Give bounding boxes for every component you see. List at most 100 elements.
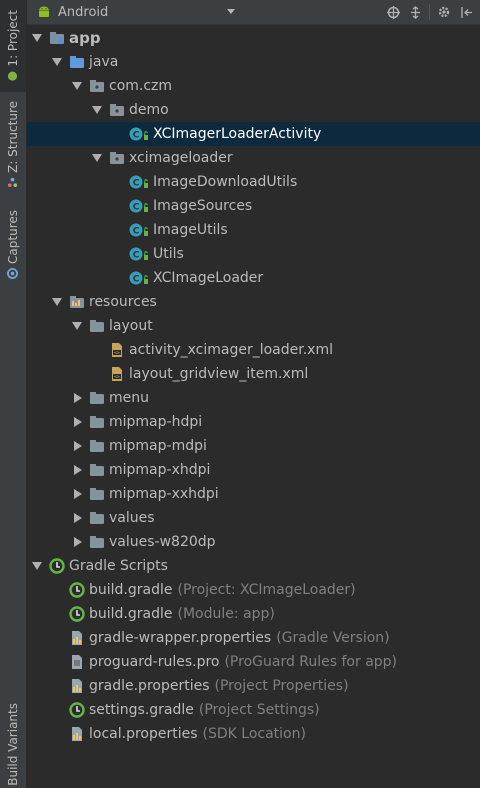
tree-row-label: values-w820dp (109, 534, 216, 550)
expand-arrow-right-icon[interactable] (71, 393, 83, 403)
expand-arrow-down-icon[interactable] (51, 58, 63, 66)
folder-icon (89, 414, 105, 430)
tree-row[interactable]: values (27, 506, 480, 530)
tree-row[interactable]: C Utils (27, 242, 480, 266)
gradle-icon (69, 702, 85, 718)
class-icon: C (129, 246, 149, 262)
hide-panel-icon[interactable] (458, 3, 474, 21)
tree-row[interactable]: local.properties (SDK Location) (27, 722, 480, 746)
gear-icon[interactable] (436, 3, 452, 21)
tree-row-label: values (109, 510, 155, 526)
tree-row-label: xcimageloader (129, 150, 233, 166)
tree-row-label: Utils (153, 246, 184, 262)
folder-icon (89, 318, 105, 334)
tree-row[interactable]: build.gradle (Project: XCImageLoader) (27, 578, 480, 602)
android-project-icon (8, 71, 18, 81)
expand-arrow-right-icon[interactable] (71, 537, 83, 547)
xml-file-icon: <> (109, 342, 125, 358)
collapse-all-icon[interactable] (407, 3, 423, 21)
tree-row-label: resources (89, 294, 157, 310)
svg-text:<>: <> (114, 351, 120, 356)
chevron-down-icon[interactable] (227, 9, 235, 14)
tree-row-label: activity_xcimager_loader.xml (129, 342, 333, 358)
view-mode-select[interactable]: Android (58, 5, 108, 20)
tree-row[interactable]: Gradle Scripts (27, 554, 480, 578)
tree-row[interactable]: mipmap-hdpi (27, 410, 480, 434)
tree-row-label: XCImagerLoaderActivity (153, 126, 322, 142)
android-icon (39, 6, 49, 17)
tree-row-label: mipmap-hdpi (109, 414, 203, 430)
tree-row[interactable]: demo (27, 98, 480, 122)
properties-file-icon (69, 726, 85, 742)
tree-row[interactable]: <> layout_gridview_item.xml (27, 362, 480, 386)
tree-row-hint: (Module: app) (177, 606, 275, 622)
expand-arrow-down-icon[interactable] (31, 562, 43, 570)
tree-row[interactable]: C ImageSources (27, 194, 480, 218)
tree-row[interactable]: layout (27, 314, 480, 338)
expand-arrow-down-icon[interactable] (31, 34, 43, 42)
tab-project[interactable]: 1: Project (0, 0, 26, 92)
tree-row-label: Gradle Scripts (69, 558, 168, 574)
tree-row[interactable]: values-w820dp (27, 530, 480, 554)
expand-arrow-down-icon[interactable] (71, 322, 83, 330)
tree-row-label: mipmap-xxhdpi (109, 486, 219, 502)
expand-arrow-right-icon[interactable] (71, 513, 83, 523)
project-tree: app java com.czm demo C XCImagerLoaderActivit… (27, 26, 480, 746)
package-icon (109, 150, 125, 166)
camera-icon (7, 267, 19, 279)
tree-row-label: layout_gridview_item.xml (129, 366, 309, 382)
expand-arrow-right-icon[interactable] (71, 417, 83, 427)
tree-row[interactable]: mipmap-mdpi (27, 434, 480, 458)
expand-arrow-down-icon[interactable] (91, 106, 103, 114)
scroll-from-source-icon[interactable] (385, 3, 401, 21)
tree-row-label: proguard-rules.pro (89, 654, 220, 670)
resource-folder-icon (69, 294, 85, 310)
svg-text:C: C (133, 179, 140, 189)
tree-row[interactable]: settings.gradle (Project Settings) (27, 698, 480, 722)
tree-row[interactable]: proguard-rules.pro (ProGuard Rules for ap… (27, 650, 480, 674)
tree-row-hint: (SDK Location) (202, 726, 306, 742)
tab-build-variants-label: Build Variants (6, 702, 20, 786)
folder-icon (89, 390, 105, 406)
tree-row-hint: (Project Settings) (198, 702, 320, 718)
tree-row[interactable]: gradle.properties (Project Properties) (27, 674, 480, 698)
tab-build-variants[interactable]: Build Variants (0, 700, 26, 788)
gradle-icon (69, 582, 85, 598)
tab-captures[interactable]: Captures (0, 204, 26, 284)
folder-icon (89, 534, 105, 550)
tab-structure[interactable]: Z: Structure (0, 96, 26, 192)
expand-arrow-down-icon[interactable] (71, 82, 83, 90)
tree-row[interactable]: build.gradle (Module: app) (27, 602, 480, 626)
tree-row[interactable]: mipmap-xxhdpi (27, 482, 480, 506)
tree-row-label: demo (129, 102, 169, 118)
tree-row[interactable]: resources (27, 290, 480, 314)
expand-arrow-right-icon[interactable] (71, 465, 83, 475)
tree-row[interactable]: com.czm (27, 74, 480, 98)
tree-row[interactable]: gradle-wrapper.properties (Gradle Version… (27, 626, 480, 650)
expand-arrow-right-icon[interactable] (71, 441, 83, 451)
tree-row[interactable]: <> activity_xcimager_loader.xml (27, 338, 480, 362)
svg-text:C: C (133, 227, 140, 237)
expand-arrow-down-icon[interactable] (51, 298, 63, 306)
text-file-icon (69, 654, 85, 670)
tree-row[interactable]: C XCImageLoader (27, 266, 480, 290)
folder-icon (89, 462, 105, 478)
gradle-icon (69, 606, 85, 622)
tree-row-hint: (Project: XCImageLoader) (177, 582, 356, 598)
expand-arrow-down-icon[interactable] (91, 154, 103, 162)
tree-row[interactable]: menu (27, 386, 480, 410)
folder-icon (89, 510, 105, 526)
tree-row[interactable]: C ImageUtils (27, 218, 480, 242)
package-icon (109, 102, 125, 118)
tree-row[interactable]: java (27, 50, 480, 74)
tree-row[interactable]: xcimageloader (27, 146, 480, 170)
expand-arrow-right-icon[interactable] (71, 489, 83, 499)
tree-row[interactable]: app (27, 26, 480, 50)
class-icon: C (129, 270, 149, 286)
class-icon: C (129, 126, 149, 142)
tree-row[interactable]: C XCImagerLoaderActivity (27, 122, 480, 146)
toolbar-divider (429, 4, 430, 20)
gradle-icon (49, 558, 65, 574)
tree-row[interactable]: C ImageDownloadUtils (27, 170, 480, 194)
tree-row[interactable]: mipmap-xhdpi (27, 458, 480, 482)
